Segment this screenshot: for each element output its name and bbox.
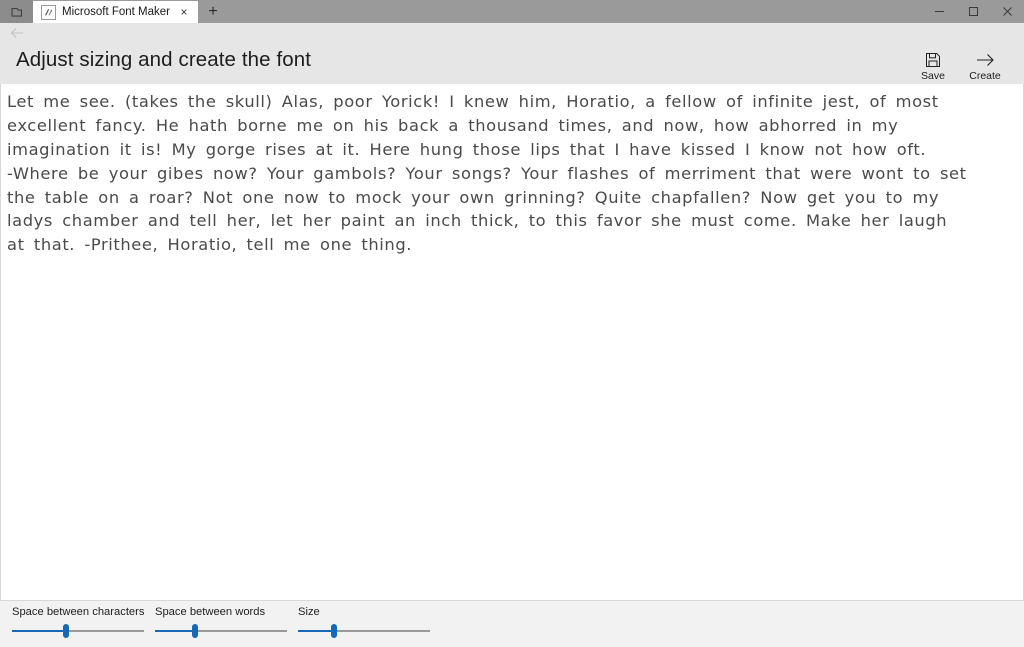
preview-line: at that. -Prithee, Horatio, tell me one … bbox=[7, 235, 413, 255]
create-button[interactable]: Create bbox=[959, 43, 1011, 84]
navigation-bar bbox=[0, 23, 1024, 43]
slider-thumb[interactable] bbox=[330, 624, 337, 639]
font-preview-canvas[interactable]: Let me see. (takes the skull) Alas, poor… bbox=[0, 84, 1024, 600]
save-button[interactable]: Save bbox=[907, 43, 959, 84]
tab-stack-icon[interactable] bbox=[0, 0, 33, 23]
tab-strip: Microsoft Font Maker × + bbox=[0, 0, 228, 23]
maximize-icon[interactable] bbox=[956, 0, 990, 23]
slider-fill bbox=[298, 630, 334, 633]
slider-size: Size bbox=[298, 606, 441, 639]
tab-stack-glyph bbox=[9, 5, 24, 19]
tab-microsoft-font-maker[interactable]: Microsoft Font Maker × bbox=[33, 1, 198, 23]
slider-label: Space between characters bbox=[12, 606, 145, 618]
slider-fill bbox=[155, 630, 195, 633]
back-icon[interactable] bbox=[0, 23, 34, 43]
close-window-icon[interactable] bbox=[990, 0, 1024, 23]
close-icon[interactable]: × bbox=[176, 4, 192, 20]
slider-track[interactable] bbox=[298, 624, 430, 639]
preview-line: -Where be your gibes now? Your gambols? … bbox=[7, 163, 967, 183]
header-actions: Save Create bbox=[907, 43, 1024, 84]
page-title: Adjust sizing and create the font bbox=[16, 48, 312, 71]
slider-space-between-characters: Space between characters bbox=[12, 606, 155, 639]
minimize-icon[interactable] bbox=[922, 0, 956, 23]
save-floppy-icon bbox=[925, 51, 941, 68]
slider-track[interactable] bbox=[12, 624, 144, 639]
new-tab-button[interactable]: + bbox=[198, 0, 228, 23]
create-label: Create bbox=[969, 70, 1001, 82]
slider-label: Size bbox=[298, 606, 320, 618]
titlebar: Microsoft Font Maker × + bbox=[0, 0, 1024, 23]
preview-line: excellent fancy. He hath borne me on his… bbox=[7, 115, 899, 135]
sizing-controls-panel: Space between characters Space between w… bbox=[0, 600, 1024, 647]
slider-thumb[interactable] bbox=[63, 624, 70, 639]
save-label: Save bbox=[921, 70, 945, 82]
window-controls bbox=[922, 0, 1024, 23]
slider-fill bbox=[12, 630, 67, 633]
preview-line: the table on a roar? Not one now to mock… bbox=[7, 187, 940, 207]
slider-space-between-words: Space between words bbox=[155, 606, 298, 639]
preview-text: Let me see. (takes the skull) Alas, poor… bbox=[7, 90, 1019, 257]
slider-track[interactable] bbox=[155, 624, 287, 639]
slider-thumb[interactable] bbox=[191, 624, 198, 639]
app-window: Microsoft Font Maker × + Adjust sizing a… bbox=[0, 0, 1024, 647]
arrow-right-icon bbox=[976, 51, 995, 68]
preview-line: imagination it is! My gorge rises at it.… bbox=[7, 139, 927, 159]
tab-title: Microsoft Font Maker bbox=[62, 6, 170, 18]
preview-line: ladys chamber and tell her, let her pain… bbox=[7, 211, 948, 231]
page-header: Adjust sizing and create the font Save C… bbox=[0, 43, 1024, 84]
preview-line: Let me see. (takes the skull) Alas, poor… bbox=[7, 92, 939, 111]
font-maker-icon bbox=[41, 4, 56, 20]
slider-label: Space between words bbox=[155, 606, 266, 618]
